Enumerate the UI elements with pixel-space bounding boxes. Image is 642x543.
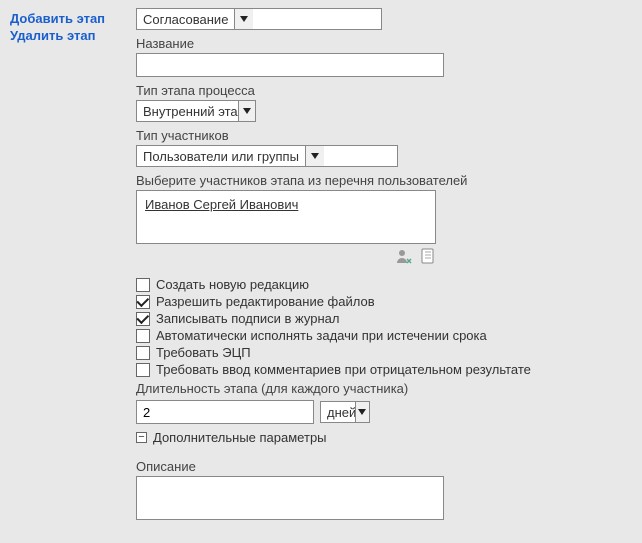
chevron-down-icon[interactable] (305, 146, 324, 166)
participants-type-select-value: Пользователи или группы (137, 146, 305, 166)
duration-unit-select[interactable]: дней (320, 401, 370, 423)
stage-select-value: Согласование (137, 9, 234, 29)
participants-type-label: Тип участников (136, 128, 632, 143)
remove-stage-link[interactable]: Удалить этап (10, 27, 136, 44)
checkbox-require-eds[interactable] (136, 346, 150, 360)
description-input[interactable] (136, 476, 444, 520)
participants-type-select[interactable]: Пользователи или группы (136, 145, 398, 167)
stage-type-select-value: Внутренний этап (137, 101, 238, 121)
checkbox-label: Требовать ЭЦП (156, 345, 251, 360)
chevron-down-icon[interactable] (234, 9, 253, 29)
checkbox-label: Автоматически исполнять задачи при истеч… (156, 328, 487, 343)
duration-input[interactable] (136, 400, 314, 424)
checkbox-allow-file-edit[interactable] (136, 295, 150, 309)
duration-unit-value: дней (321, 402, 355, 422)
stage-type-select[interactable]: Внутренний этап (136, 100, 256, 122)
checkbox-label: Разрешить редактирование файлов (156, 294, 375, 309)
description-label: Описание (136, 459, 632, 474)
duration-label: Длительность этапа (для каждого участник… (136, 381, 632, 396)
checkbox-label: Записывать подписи в журнал (156, 311, 339, 326)
participant-link[interactable]: Иванов Сергей Иванович (145, 197, 298, 212)
checkbox-new-edition[interactable] (136, 278, 150, 292)
chevron-down-icon[interactable] (238, 101, 255, 121)
chevron-down-icon[interactable] (355, 402, 369, 422)
checkbox-log-signatures[interactable] (136, 312, 150, 326)
participants-box[interactable]: Иванов Сергей Иванович (136, 190, 436, 244)
pick-participants-label: Выберите участников этапа из перечня пол… (136, 173, 632, 188)
name-input[interactable] (136, 53, 444, 77)
stage-select[interactable]: Согласование (136, 8, 382, 30)
stage-type-label: Тип этапа процесса (136, 83, 632, 98)
checkbox-label: Создать новую редакцию (156, 277, 309, 292)
add-stage-link[interactable]: Добавить этап (10, 10, 136, 27)
address-book-icon[interactable] (420, 248, 436, 264)
name-label: Название (136, 36, 632, 51)
checkbox-label: Требовать ввод комментариев при отрицате… (156, 362, 531, 377)
extra-params-label: Дополнительные параметры (153, 430, 327, 445)
checkbox-require-comment[interactable] (136, 363, 150, 377)
checkbox-auto-tasks[interactable] (136, 329, 150, 343)
extra-params-toggle[interactable]: − (136, 432, 147, 443)
pick-user-icon[interactable] (396, 248, 412, 264)
